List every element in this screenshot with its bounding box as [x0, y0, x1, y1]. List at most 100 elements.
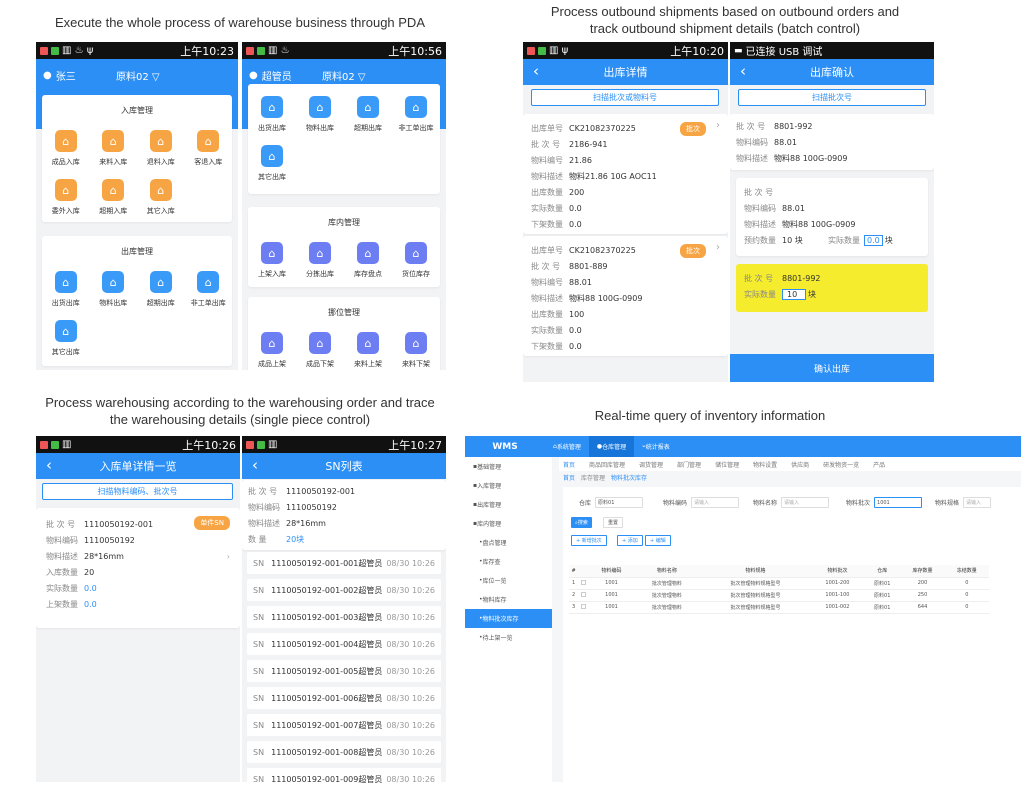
- table-row[interactable]: 2 1001 批次管理物料 批次管理物料规格型号 1001-100 原料01 250 0: [569, 589, 989, 602]
- sn-list-item[interactable]: SN 1110050192-001-004超管员 08/30 10:26: [247, 633, 441, 655]
- sidebar-item[interactable]: • 物料库存: [465, 590, 552, 609]
- actual-qty-input[interactable]: 0.0: [864, 234, 883, 246]
- menu-tile[interactable]: ⌂ 成品入库: [42, 130, 90, 167]
- menu-tile[interactable]: ⌂ 委外入库: [42, 179, 90, 216]
- warehouse-select[interactable]: 原料01: [595, 497, 644, 508]
- menu-tile[interactable]: ⌂ 库存盘点: [344, 242, 392, 279]
- reset-button[interactable]: 重置: [603, 517, 624, 528]
- tab[interactable]: 首页: [563, 460, 575, 469]
- sn-list-item[interactable]: SN 1110050192-001-006超管员 08/30 10:26: [247, 687, 441, 709]
- warehouse-in-icon: ⌂: [149, 179, 172, 201]
- warehouse-out-icon: ⌂: [102, 271, 125, 293]
- menu-tile[interactable]: ⌂ 出货出库: [248, 96, 296, 133]
- nav-bar: ‹ 出库详情: [523, 59, 728, 85]
- sidebar-item[interactable]: ▪ 基础管理: [465, 457, 552, 476]
- menu-tile[interactable]: ⌂ 超期出库: [137, 271, 185, 308]
- menu-tile[interactable]: ⌂ 上架入库: [248, 242, 296, 279]
- scan-button[interactable]: 扫描物料编码、批次号: [42, 483, 233, 500]
- menu-tile[interactable]: ⌂ 来料上架: [344, 332, 392, 369]
- sidebar-item[interactable]: ▪ 库内管理: [465, 514, 552, 533]
- menu-tile[interactable]: ⌂ 客退入库: [185, 130, 233, 167]
- sidebar-item[interactable]: • 库位一览: [465, 571, 552, 590]
- org-selector[interactable]: 原料02 ▽: [116, 68, 160, 83]
- sidebar-item[interactable]: • 物料批次库存: [465, 609, 552, 628]
- menu-tile[interactable]: ⌂ 出货出库: [42, 271, 90, 308]
- menu-tile[interactable]: ⌂ 成品上架: [248, 332, 296, 369]
- sn-list-item[interactable]: SN 1110050192-001-009超管员 08/30 10:26: [247, 768, 441, 790]
- menu-tile-label: 超期出库: [146, 299, 175, 307]
- scan-button[interactable]: 扫描批次或物料号: [531, 89, 719, 106]
- material-name-input[interactable]: 请输入: [781, 497, 830, 508]
- table-row[interactable]: 1 1001 批次管理物料 批次管理物料规格型号 1001-200 原料01 200 0: [569, 577, 989, 590]
- row-checkbox[interactable]: [581, 591, 587, 597]
- highlight-qty-input[interactable]: 10: [782, 288, 806, 300]
- edit-button[interactable]: + 编辑: [645, 535, 671, 546]
- sn-list-item[interactable]: SN 1110050192-001-007超管员 08/30 10:26: [247, 714, 441, 736]
- back-icon[interactable]: ‹: [46, 456, 52, 474]
- material-batch-input[interactable]: 1001: [874, 497, 923, 508]
- caption-bottom-right: Real-time query of inventory information: [594, 408, 826, 423]
- tab[interactable]: 供应商: [791, 460, 809, 469]
- menu-tile[interactable]: ⌂ 物料出库: [296, 96, 344, 133]
- menu-tile[interactable]: ⌂ 来料下架: [392, 332, 440, 369]
- material-spec-input[interactable]: 请输入: [963, 497, 992, 508]
- menu-warehouse[interactable]: ● 仓库管理: [588, 436, 635, 457]
- search-button[interactable]: ⌕ 搜索: [571, 517, 592, 528]
- sn-list-item[interactable]: SN 1110050192-001-002超管员 08/30 10:26: [247, 579, 441, 601]
- sidebar-item[interactable]: ▪ 出库管理: [465, 495, 552, 514]
- org-selector[interactable]: 原料02 ▽: [322, 68, 366, 83]
- tab[interactable]: 储位管理: [715, 460, 739, 469]
- pda-home-screen-1: ▥ ♨ ψ 上午10:23 ● 张三 原料02 ▽ 入库管理 ⌂ 成品入库 ⌂ 来料入库 ⌂…: [36, 42, 238, 370]
- back-icon[interactable]: ‹: [533, 62, 539, 80]
- tab[interactable]: 物料设置: [753, 460, 777, 469]
- user-profile[interactable]: ● 张三: [43, 68, 76, 83]
- menu-tile[interactable]: ⌂ 其它出库: [248, 145, 296, 182]
- menu-tile[interactable]: ⌂ 其它入库: [137, 179, 185, 216]
- material-code-input[interactable]: 请输入: [691, 497, 740, 508]
- confirm-outbound-button[interactable]: 确认出库: [730, 354, 934, 382]
- row-checkbox[interactable]: [581, 603, 587, 609]
- warehouse-in-icon: ⌂: [102, 179, 125, 201]
- menu-tile[interactable]: ⌂ 其它出库: [42, 320, 90, 357]
- menu-tile[interactable]: ⌂ 物料出库: [90, 271, 138, 308]
- menu-tile[interactable]: ⌂ 分拣出库: [296, 242, 344, 279]
- table-row[interactable]: 3 1001 批次管理物料 批次管理物料规格型号 1001-002 原料01 644 0: [569, 601, 989, 614]
- warehouse-out-icon: ⌂: [357, 96, 379, 118]
- menu-tile[interactable]: ⌂ 退料入库: [137, 130, 185, 167]
- sn-list-item[interactable]: SN 1110050192-001-005超管员 08/30 10:26: [247, 660, 441, 682]
- sn-list-item[interactable]: SN 1110050192-001-008超管员 08/30 10:26: [247, 741, 441, 763]
- order-card-2[interactable]: 批次 › 出库单号 CK21082370225 批 次 号 8801-889 物料编号 88.…: [523, 236, 728, 356]
- tab[interactable]: 部门管理: [677, 460, 701, 469]
- menu-tile[interactable]: ⌂ 超期入库: [90, 179, 138, 216]
- add-button[interactable]: + 添加: [617, 535, 643, 546]
- scan-button[interactable]: 扫描批次号: [738, 89, 926, 106]
- tab[interactable]: 商品回库管理: [589, 460, 625, 469]
- menu-report[interactable]: ⌁ 统计报表: [634, 436, 678, 457]
- menu-tile[interactable]: ⌂ 来料入库: [90, 130, 138, 167]
- menu-tile[interactable]: ⌂ 非工单出库: [392, 96, 440, 133]
- sidebar-item[interactable]: • 盘点管理: [465, 533, 552, 552]
- back-icon[interactable]: ‹: [740, 62, 746, 80]
- sn-list-item[interactable]: SN 1110050192-001-001超管员 08/30 10:26: [247, 552, 441, 574]
- menu-system[interactable]: ⌂ 系统管理: [545, 436, 589, 457]
- menu-tile[interactable]: ⌂ 成品下架: [296, 332, 344, 369]
- tab[interactable]: 产品: [873, 460, 885, 469]
- back-icon[interactable]: ‹: [252, 456, 258, 474]
- sidebar-item[interactable]: ▪ 入库管理: [465, 476, 552, 495]
- row-checkbox[interactable]: [581, 579, 587, 585]
- tab[interactable]: 研发物资一览: [823, 460, 859, 469]
- menu-tile[interactable]: ⌂ 超期出库: [344, 96, 392, 133]
- inbound-item[interactable]: 单件SN 批 次 号 1110050192-001 物料编码 1110050192 …: [36, 508, 240, 628]
- column-header: 冻结数量: [944, 565, 989, 578]
- menu-tile-label: 来料上架: [354, 360, 382, 368]
- tab[interactable]: 调货管理: [639, 460, 663, 469]
- sidebar-item[interactable]: • 库存查: [465, 552, 552, 571]
- menu-tile[interactable]: ⌂ 货位库存: [392, 242, 440, 279]
- menu-tile[interactable]: ⌂ 非工单出库: [185, 271, 233, 308]
- new-batch-button[interactable]: + 新增批次: [571, 535, 607, 546]
- sidebar-item[interactable]: • 待上架一览: [465, 628, 552, 647]
- warehouse-out-icon: ⌂: [261, 145, 283, 167]
- user-profile[interactable]: ● 超管员: [249, 68, 292, 83]
- sn-list-item[interactable]: SN 1110050192-001-003超管员 08/30 10:26: [247, 606, 441, 628]
- order-card-1[interactable]: 批次 › 出库单号 CK21082370225 批 次 号 2186-941 物料编号 21.…: [523, 114, 728, 234]
